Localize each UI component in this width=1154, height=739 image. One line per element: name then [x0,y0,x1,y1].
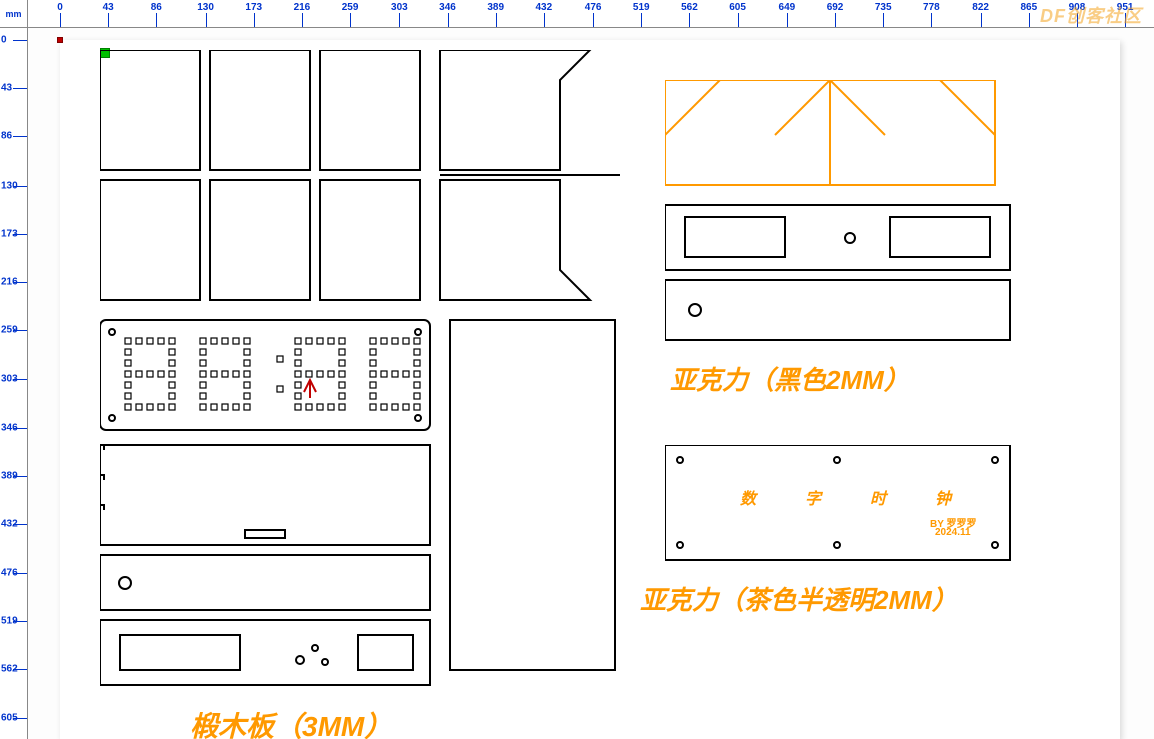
label-acrylic-tea: 亚克力（茶色半透明2MM） [640,580,958,617]
ruler-h-label: 519 [633,2,650,13]
ruler-h-label: 692 [827,2,844,13]
clock-char-3: 钟 [935,485,951,509]
ruler-v-label: 43 [1,83,12,94]
ruler-h-label: 130 [197,2,214,13]
ruler-h-label: 562 [681,2,698,13]
ruler-h-label: 303 [391,2,408,13]
selection-handle-red[interactable] [57,37,63,43]
ruler-vertical[interactable]: 0438613017321625930334638943247651956260… [0,28,28,739]
ruler-v-label: 86 [1,131,12,142]
ruler-h-label: 86 [151,2,162,13]
clock-char-1: 字 [805,485,821,509]
ruler-corner: mm [0,0,28,28]
ruler-h-label: 432 [535,2,552,13]
ruler-h-label: 735 [875,2,892,13]
canvas-area[interactable]: 椴木板（3MM） 亚克力（黑色2MM） [28,28,1154,739]
clock-date: 2024.11 [935,527,971,538]
up-arrow-icon [304,380,316,398]
ruler-v-label: 0 [1,35,7,46]
watermark: DF创客社区 [1040,2,1142,28]
ruler-h-label: 822 [972,2,989,13]
ruler-h-label: 173 [245,2,262,13]
ruler-h-label: 649 [779,2,796,13]
acrylic-tea-panel[interactable] [665,445,1035,575]
ruler-h-label: 865 [1020,2,1037,13]
ruler-h-label: 216 [294,2,311,13]
ruler-h-label: 346 [439,2,456,13]
clock-char-0: 数 [740,485,756,509]
label-acrylic-black: 亚克力（黑色2MM） [670,360,910,397]
ruler-h-label: 389 [487,2,504,13]
clock-char-2: 时 [870,485,886,509]
basswood-panels[interactable] [100,50,630,710]
ruler-h-label: 43 [103,2,114,13]
ruler-h-label: 476 [585,2,602,13]
ruler-h-label: 778 [923,2,940,13]
acrylic-black-panels[interactable] [665,80,1035,380]
ruler-h-label: 259 [342,2,359,13]
ruler-h-label: 605 [729,2,746,13]
page[interactable]: 椴木板（3MM） 亚克力（黑色2MM） [60,40,1120,739]
ruler-horizontal[interactable]: 0 43 86 130 173 216 259 303 346 389 432 476 519 562 60… [28,0,1154,28]
ruler-h-label: 0 [57,2,63,13]
label-basswood: 椴木板（3MM） [190,705,392,739]
